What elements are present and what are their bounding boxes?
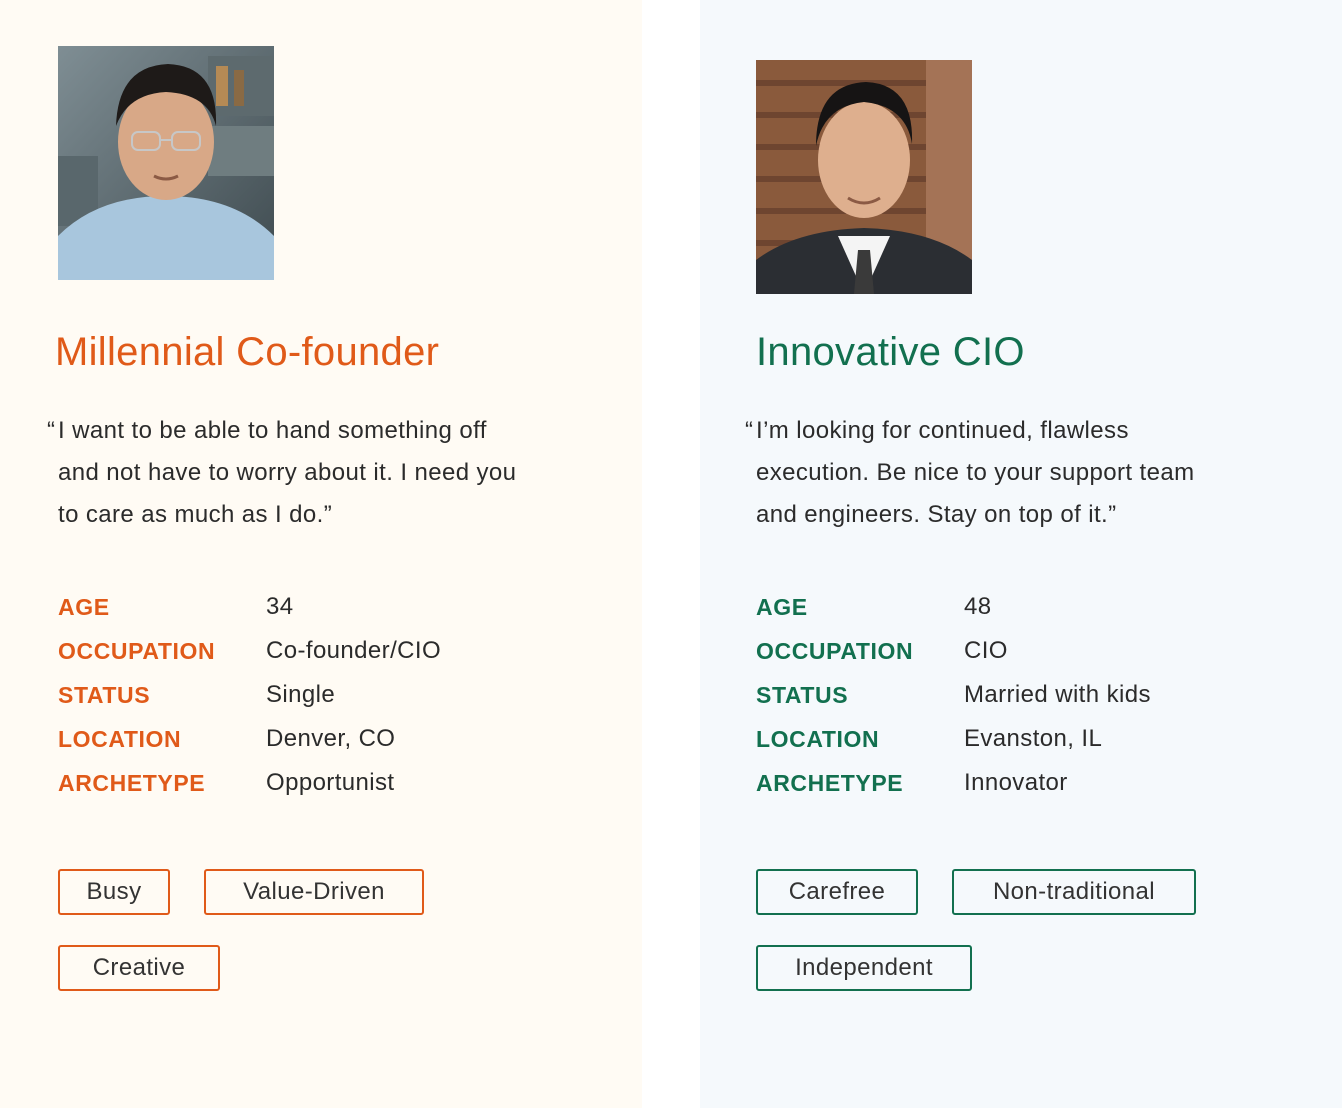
fact-label: STATUS [756, 681, 849, 708]
fact-label: STATUS [58, 681, 151, 708]
fact-label: OCCUPATION [58, 637, 216, 664]
persona-title: Innovative CIO [756, 330, 1025, 374]
persona-quote: “ I’m looking for continued, flawless ex… [745, 410, 1336, 536]
fact-age: AGE 34 [58, 585, 441, 629]
fact-age: AGE 48 [756, 585, 1151, 629]
trait-tag-value-driven: Value-Driven [204, 869, 424, 915]
fact-label: LOCATION [58, 725, 182, 752]
fact-value: 48 [964, 593, 992, 620]
person-portrait-icon [756, 60, 972, 294]
fact-label: ARCHETYPE [756, 769, 904, 796]
trait-tag-carefree: Carefree [756, 869, 918, 915]
persona-facts: AGE 48 OCCUPATION CIO STATUS Married wit… [756, 585, 1151, 805]
fact-value: Evanston, IL [964, 725, 1103, 752]
fact-value: CIO [964, 637, 1008, 664]
fact-label: AGE [756, 593, 808, 620]
fact-label: AGE [58, 593, 110, 620]
fact-value: Co-founder/CIO [266, 637, 442, 664]
fact-status: STATUS Single [58, 673, 441, 717]
fact-value: Married with kids [964, 681, 1151, 708]
fact-archetype: ARCHETYPE Innovator [756, 761, 1151, 805]
persona-quote: “ I want to be able to hand something of… [47, 410, 638, 536]
quote-line: I’m looking for continued, flawless [756, 417, 1129, 444]
fact-occupation: OCCUPATION CIO [756, 629, 1151, 673]
trait-tag-independent: Independent [756, 945, 972, 991]
quote-line: and engineers. Stay on top of it.” [756, 501, 1117, 528]
persona-title: Millennial Co-founder [55, 330, 440, 374]
persona-photo [58, 46, 274, 280]
trait-tag-creative: Creative [58, 945, 220, 991]
fact-label: ARCHETYPE [58, 769, 206, 796]
quote-line: and not have to worry about it. I need y… [58, 459, 517, 486]
fact-archetype: ARCHETYPE Opportunist [58, 761, 441, 805]
fact-label: LOCATION [756, 725, 880, 752]
fact-location: LOCATION Denver, CO [58, 717, 441, 761]
persona-facts: AGE 34 OCCUPATION Co-founder/CIO STATUS … [58, 585, 441, 805]
fact-value: 34 [266, 593, 294, 620]
quote-line: execution. Be nice to your support team [756, 459, 1195, 486]
quote-mark: “ [745, 417, 754, 444]
fact-status: STATUS Married with kids [756, 673, 1151, 717]
fact-value: Single [266, 681, 336, 708]
fact-value: Denver, CO [266, 725, 396, 752]
persona-card-innovative-cio: Innovative CIO “ I’m looking for continu… [700, 0, 1342, 1108]
fact-label: OCCUPATION [756, 637, 914, 664]
quote-mark: “ [47, 417, 56, 444]
fact-occupation: OCCUPATION Co-founder/CIO [58, 629, 441, 673]
quote-line: to care as much as I do.” [58, 501, 333, 528]
fact-location: LOCATION Evanston, IL [756, 717, 1151, 761]
fact-value: Innovator [964, 769, 1068, 796]
fact-value: Opportunist [266, 769, 395, 796]
trait-tag-non-traditional: Non-traditional [952, 869, 1196, 915]
persona-comparison: Millennial Co-founder “ I want to be abl… [0, 0, 1342, 1108]
persona-photo [756, 60, 972, 294]
person-portrait-icon [58, 46, 274, 280]
quote-line: I want to be able to hand something off [58, 417, 487, 444]
persona-card-millennial-cofounder: Millennial Co-founder “ I want to be abl… [0, 0, 642, 1108]
trait-tag-busy: Busy [58, 869, 170, 915]
